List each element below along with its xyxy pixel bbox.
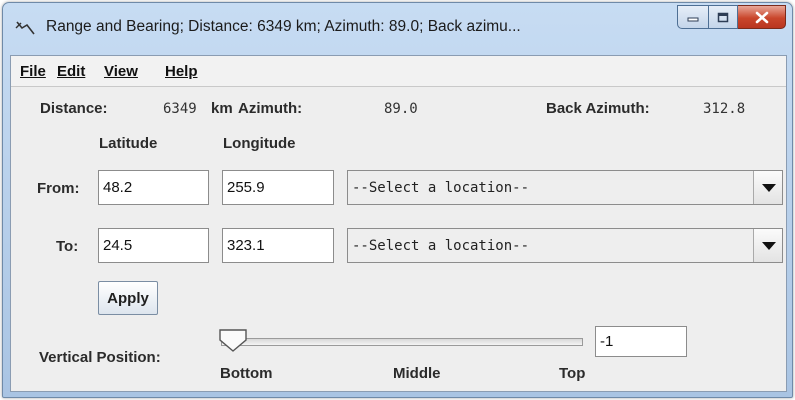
from-location-select[interactable]: --Select a location-- [347, 170, 783, 205]
back-azimuth-value: 312.8 [703, 101, 746, 117]
window-title: Range and Bearing; Distance: 6349 km; Az… [46, 18, 521, 35]
range-bearing-window: Range and Bearing; Distance: 6349 km; Az… [2, 2, 793, 398]
distance-label: Distance: [40, 100, 108, 117]
distance-unit: km [211, 100, 233, 117]
maximize-button[interactable] [709, 5, 738, 29]
longitude-header: Longitude [223, 135, 296, 152]
to-location-dropdown-button[interactable] [753, 229, 782, 262]
slider-label-middle: Middle [393, 365, 441, 382]
to-location-select[interactable]: --Select a location-- [347, 228, 783, 263]
title-bar[interactable]: Range and Bearing; Distance: 6349 km; Az… [3, 3, 792, 53]
from-location-dropdown-button[interactable] [753, 171, 782, 204]
apply-button[interactable]: Apply [98, 281, 158, 315]
window-controls [677, 5, 786, 29]
vertical-position-slider[interactable] [221, 338, 583, 346]
chevron-down-icon [762, 184, 776, 192]
from-longitude-field[interactable]: 255.9 [222, 170, 334, 205]
menu-bar: File Edit View Help [11, 56, 786, 87]
to-location-value: --Select a location-- [352, 238, 530, 254]
vertical-position-field[interactable]: -1 [595, 326, 687, 357]
menu-file[interactable]: File [20, 63, 46, 80]
menu-help[interactable]: Help [165, 63, 198, 80]
menu-view[interactable]: View [104, 63, 138, 80]
slider-label-bottom: Bottom [220, 365, 273, 382]
chevron-down-icon [762, 242, 776, 250]
menu-edit[interactable]: Edit [57, 63, 85, 80]
azimuth-value: 89.0 [384, 101, 418, 117]
minimize-icon [687, 17, 699, 22]
to-latitude-field[interactable]: 24.5 [98, 228, 209, 263]
maximize-icon [717, 12, 729, 22]
from-location-value: --Select a location-- [352, 180, 530, 196]
range-bearing-icon [15, 21, 35, 35]
back-azimuth-label: Back Azimuth: [546, 100, 650, 117]
distance-value: 6349 [163, 101, 197, 117]
close-icon [755, 11, 768, 23]
close-button[interactable] [738, 5, 786, 29]
vertical-position-label: Vertical Position: [39, 349, 161, 366]
to-label: To: [56, 238, 79, 255]
slider-thumb[interactable] [219, 329, 247, 353]
from-latitude-field[interactable]: 48.2 [98, 170, 209, 205]
to-longitude-field[interactable]: 323.1 [222, 228, 334, 263]
azimuth-label: Azimuth: [238, 100, 303, 117]
minimize-button[interactable] [677, 5, 709, 29]
latitude-header: Latitude [99, 135, 158, 152]
content-panel: File Edit View Help Distance: 6349 km Az… [10, 55, 787, 392]
from-label: From: [37, 180, 80, 197]
slider-label-top: Top [559, 365, 586, 382]
